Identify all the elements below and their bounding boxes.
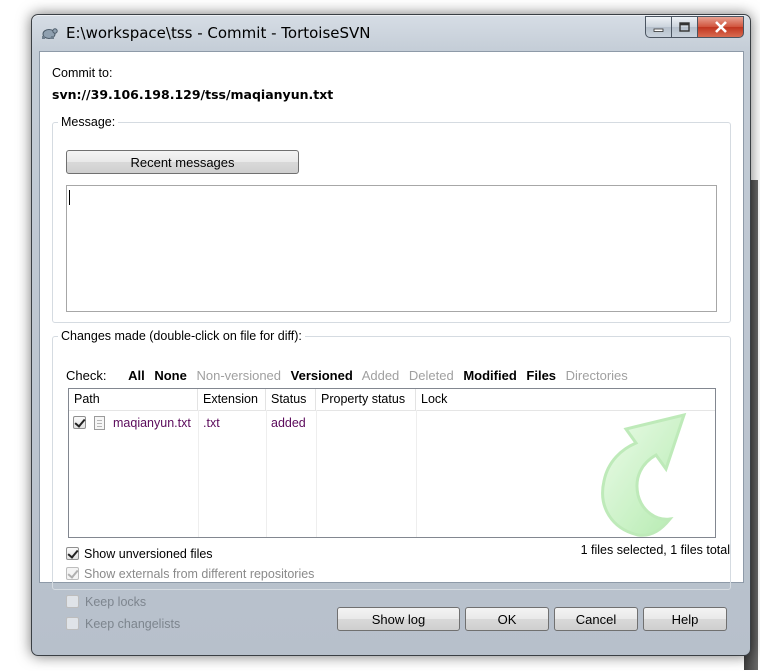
filter-none[interactable]: None <box>154 368 187 383</box>
commit-to-label: Commit to: <box>52 66 113 80</box>
help-button[interactable]: Help <box>643 607 727 631</box>
text-caret <box>69 190 70 205</box>
column-path[interactable]: Path <box>69 389 198 410</box>
tortoisesvn-icon <box>42 28 58 39</box>
cancel-button[interactable]: Cancel <box>554 607 638 631</box>
filter-files[interactable]: Files <box>526 368 556 383</box>
maximize-icon <box>679 22 690 32</box>
close-button[interactable] <box>698 16 744 38</box>
check-filter-row: Check: All None Non-versioned Versioned … <box>66 368 634 383</box>
filter-modified[interactable]: Modified <box>463 368 516 383</box>
minimize-icon <box>653 28 664 32</box>
row-status: added <box>271 416 306 430</box>
maximize-button[interactable] <box>672 16 698 38</box>
keep-locks-checkbox <box>66 595 79 608</box>
show-externals-checkbox <box>66 567 79 580</box>
column-lock[interactable]: Lock <box>416 389 715 410</box>
commit-arrow-icon <box>601 412 687 537</box>
column-extension[interactable]: Extension <box>198 389 266 410</box>
row-path: maqianyun.txt <box>113 416 191 430</box>
filter-added: Added <box>361 368 400 383</box>
keep-locks-label: Keep locks <box>85 595 147 609</box>
recent-messages-button[interactable]: Recent messages <box>66 150 299 174</box>
commit-url: svn://39.106.198.129/tss/maqianyun.txt <box>52 87 334 102</box>
keep-changelists-checkbox <box>66 617 79 630</box>
caption-buttons <box>645 16 744 38</box>
close-icon <box>714 21 727 33</box>
show-unversioned-checkbox[interactable] <box>66 547 79 560</box>
list-header: Path Extension Status Property status Lo… <box>69 389 715 411</box>
commit-dialog: E:\workspace\tss - Commit - TortoiseSVN … <box>31 14 751 656</box>
show-unversioned-label: Show unversioned files <box>84 547 213 561</box>
changes-label: Changes made (double-click on file for d… <box>61 329 302 343</box>
filter-directories: Directories <box>565 368 628 383</box>
changes-list[interactable]: Path Extension Status Property status Lo… <box>68 388 716 538</box>
column-status[interactable]: Status <box>266 389 316 410</box>
show-externals-label: Show externals from different repositori… <box>84 567 315 581</box>
text-file-icon <box>94 416 105 430</box>
filter-versioned[interactable]: Versioned <box>291 368 353 383</box>
message-textarea[interactable] <box>66 185 717 312</box>
selection-summary: 1 files selected, 1 files total <box>580 543 730 557</box>
dialog-client-area: Commit to: svn://39.106.198.129/tss/maqi… <box>39 51 744 590</box>
filter-all[interactable]: All <box>128 368 145 383</box>
column-property-status[interactable]: Property status <box>316 389 416 410</box>
ok-button[interactable]: OK <box>465 607 549 631</box>
row-extension: .txt <box>203 416 220 430</box>
show-log-button[interactable]: Show log <box>337 607 460 631</box>
filter-deleted: Deleted <box>408 368 454 383</box>
minimize-button[interactable] <box>645 16 672 38</box>
file-checkbox[interactable] <box>73 416 86 429</box>
title-bar[interactable]: E:\workspace\tss - Commit - TortoiseSVN <box>32 15 750 51</box>
check-label: Check: <box>66 368 107 383</box>
window-title: E:\workspace\tss - Commit - TortoiseSVN <box>66 24 371 42</box>
filter-non-versioned: Non-versioned <box>196 368 282 383</box>
message-label: Message: <box>61 115 116 129</box>
keep-changelists-label: Keep changelists <box>85 617 181 631</box>
